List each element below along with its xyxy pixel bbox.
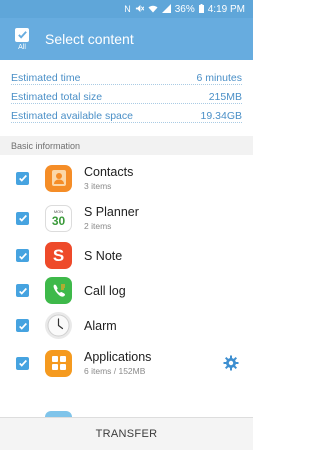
calendar-icon-date: 30 (51, 213, 66, 228)
select-all-box (15, 27, 29, 42)
section-title: Basic information (11, 140, 81, 151)
select-all-checkbox[interactable]: All (5, 18, 39, 60)
mute-icon (135, 4, 145, 15)
status-bar: N 36% 4:19 PM (0, 0, 253, 18)
summary-label: Estimated available space (11, 110, 133, 122)
item-label: S Note (84, 248, 123, 263)
list-item-applications[interactable]: Applications 6 items / 152MB (0, 343, 253, 383)
checkbox[interactable] (16, 319, 29, 332)
apps-icon (45, 349, 72, 377)
estimated-time-row: Estimated time 6 minutes (11, 66, 242, 85)
item-text: Applications 6 items / 152MB (84, 350, 151, 376)
checkbox[interactable] (16, 171, 29, 185)
item-label: Applications (84, 350, 152, 364)
item-label: S Planner (84, 205, 139, 219)
page-title: Select content (45, 31, 134, 47)
section-header: Basic information (0, 136, 253, 155)
s-note-glyph: S (52, 245, 65, 265)
summary-value: 19.34GB (200, 110, 242, 122)
list-item-s-planner[interactable]: MON 30 S Planner 2 items (0, 198, 253, 238)
item-subtitle: 6 items / 152MB (84, 366, 146, 376)
call-log-icon (45, 277, 72, 304)
checkbox[interactable] (16, 284, 29, 297)
wifi-icon (148, 4, 158, 15)
estimated-size-row: Estimated total size 215MB (11, 85, 242, 104)
list-item-call-log[interactable]: Call log (0, 273, 253, 308)
item-text: S Planner 2 items (84, 205, 139, 231)
bottom-bar: TRANSFER (0, 417, 253, 450)
select-all-label: All (18, 43, 26, 51)
checkbox[interactable] (16, 249, 29, 262)
signal-icon (161, 3, 171, 15)
checkbox[interactable] (16, 356, 29, 370)
nfc-icon: N (124, 3, 131, 14)
check-icon (18, 252, 27, 260)
list-item-alarm[interactable]: Alarm (0, 308, 253, 343)
item-label: Alarm (84, 318, 117, 333)
item-subtitle: 3 items (84, 181, 112, 191)
s-note-icon: S (45, 242, 72, 269)
battery-percent: 36% (174, 3, 195, 15)
content-list: Contacts 3 items MON 30 S Planner 2 item… (0, 158, 253, 383)
check-icon (18, 322, 27, 330)
check-icon (18, 359, 27, 367)
transfer-button[interactable]: TRANSFER (96, 428, 158, 440)
item-text: S Note (84, 249, 122, 263)
item-subtitle: 2 items (84, 221, 112, 231)
summary-label: Estimated time (11, 72, 81, 84)
clock-icon (45, 312, 72, 339)
check-icon (18, 214, 27, 222)
item-text: Alarm (84, 319, 117, 333)
checkbox[interactable] (16, 211, 29, 225)
item-label: Call log (84, 283, 126, 298)
list-item-contacts[interactable]: Contacts 3 items (0, 158, 253, 198)
check-icon (17, 31, 27, 39)
item-label: Contacts (84, 165, 134, 179)
contacts-icon (45, 164, 72, 192)
summary-value: 215MB (208, 91, 242, 103)
battery-icon (198, 3, 204, 15)
summary-value: 6 minutes (196, 72, 242, 84)
calendar-icon: MON 30 (45, 204, 72, 232)
item-text: Contacts 3 items (84, 165, 133, 191)
app-bar: All Select content (0, 18, 253, 60)
status-time: 4:19 PM (207, 3, 245, 15)
available-space-row: Estimated available space 19.34GB (11, 104, 242, 123)
summary-label: Estimated total size (11, 91, 103, 103)
gear-icon[interactable] (223, 355, 239, 371)
calendar-icon-day: MON (53, 208, 64, 214)
transfer-summary: Estimated time 6 minutes Estimated total… (0, 60, 253, 136)
check-icon (18, 287, 27, 295)
item-text: Call log (84, 284, 126, 298)
check-icon (18, 174, 27, 182)
list-item-s-note[interactable]: S S Note (0, 238, 253, 273)
